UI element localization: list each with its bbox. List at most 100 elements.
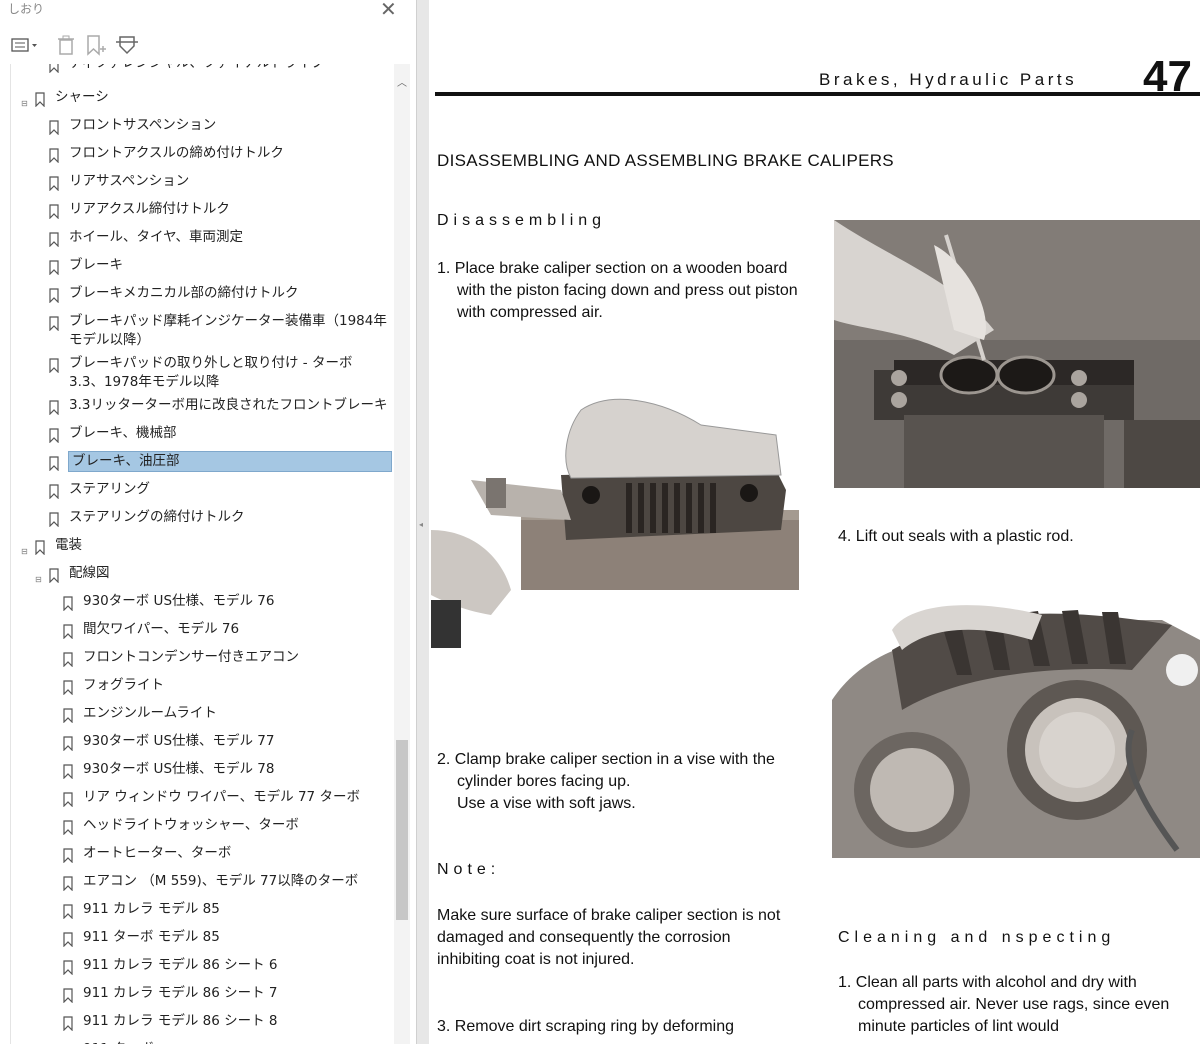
bookmark-icon (63, 988, 73, 1003)
bookmark-label: エンジンルームライト (83, 705, 217, 721)
bookmark-item[interactable]: フォグライト (11, 676, 395, 698)
collapse-toggle-icon[interactable]: ⊟ (21, 542, 28, 561)
bookmark-item[interactable]: ⊟ 電装 (11, 536, 395, 558)
bookmark-item[interactable]: 911 ターボ ... (11, 1040, 395, 1044)
bookmark-item[interactable]: フロントアクスルの締め付けトルク (11, 144, 395, 166)
bookmark-item[interactable]: ブレーキ、機械部 (11, 424, 395, 446)
bookmark-item[interactable]: リアサスペンション (11, 172, 395, 194)
bookmark-item[interactable]: 930ターボ US仕様、モデル 77 (11, 732, 395, 754)
bookmark-label: ディファレンシャル、ファイナルドライブ (69, 64, 391, 73)
photo-seal-removal (832, 580, 1200, 858)
bookmark-icon (49, 428, 59, 443)
step-4-text: 4. Lift out seals with a plastic rod. (838, 528, 1074, 545)
bookmark-item[interactable]: フロントコンデンサー付きエアコン (11, 648, 395, 670)
bookmark-item[interactable]: ブレーキメカニカル部の締付けトルク (11, 284, 395, 306)
bookmark-item[interactable]: ⊟ シャーシ (11, 88, 395, 110)
panel-title: しおり (8, 2, 45, 16)
bookmark-item[interactable]: 3.3リッターターボ用に改良されたフロントブレーキ (11, 396, 395, 418)
bookmark-label: 911 ターボ ... (83, 1040, 391, 1044)
bookmark-item[interactable]: フロントサスペンション (11, 116, 395, 138)
bookmarks-panel: しおり ✕ ディファレンシャル、ファイナルドライブ ⊟ シャーシフロントサスペンショ… (0, 0, 416, 1044)
vertical-scrollbar[interactable]: ︿ (394, 64, 410, 1044)
bookmark-label: リアサスペンション (69, 173, 190, 189)
bookmark-item[interactable]: リア ウィンドウ ワイパー、モデル 77 ターボ (11, 788, 395, 810)
close-icon[interactable]: ✕ (380, 0, 397, 21)
bookmark-label: ブレーキ (69, 257, 123, 273)
bookmark-icon (63, 652, 73, 667)
bookmark-icon (49, 456, 59, 471)
bookmark-label: リアアクスル締付けトルク (69, 201, 230, 217)
bookmark-item[interactable]: ディファレンシャル、ファイナルドライブ (11, 64, 395, 76)
collapse-toggle-icon[interactable]: ⊟ (35, 570, 42, 589)
options-menu-icon[interactable] (10, 34, 40, 56)
bookmark-icon (63, 708, 73, 723)
bookmark-item[interactable]: ⊟ 配線図 (11, 564, 395, 586)
bookmark-label: フロントアクスルの締め付けトルク (69, 145, 284, 161)
bookmark-label: フロントサスペンション (69, 117, 217, 133)
cleaning-step-1-text: 1. Clean all parts with alcohol and dry … (838, 974, 1170, 1035)
bookmark-item[interactable]: ヘッドライトウォッシャー、ターボ (11, 816, 395, 838)
delete-icon[interactable] (55, 34, 77, 56)
bookmark-item[interactable]: 911 カレラ モデル 86 シート 7 (11, 984, 395, 1006)
bookmark-icon (49, 400, 59, 415)
bookmark-icon (49, 232, 59, 247)
header-rule (435, 92, 1200, 96)
bookmark-item[interactable]: リアアクスル締付けトルク (11, 200, 395, 222)
bookmark-item[interactable]: 間欠ワイパー、モデル 76 (11, 620, 395, 642)
bookmark-item[interactable]: 911 ターボ モデル 85 (11, 928, 395, 950)
bookmark-icon (49, 568, 59, 583)
bookmark-item[interactable]: 930ターボ US仕様、モデル 78 (11, 760, 395, 782)
subheading-disassembling: Disassembling (437, 212, 607, 229)
panel-splitter[interactable]: ◂ (416, 0, 429, 1044)
bookmark-item[interactable]: 911 カレラ モデル 85 (11, 900, 395, 922)
bookmark-label: 911 カレラ モデル 86 シート 8 (83, 1013, 278, 1029)
bookmark-icon (49, 120, 59, 135)
bookmark-icon (63, 960, 73, 975)
scrollbar-thumb[interactable] (396, 740, 408, 920)
bookmark-tree: ディファレンシャル、ファイナルドライブ ⊟ シャーシフロントサスペンションフロントア… (10, 64, 395, 1044)
bookmark-label: ブレーキ、機械部 (69, 425, 177, 441)
bookmark-icon (35, 92, 45, 107)
bookmark-item[interactable]: 911 カレラ モデル 86 シート 8 (11, 1012, 395, 1034)
bookmark-item[interactable]: ステアリング (11, 480, 395, 502)
bookmark-item[interactable]: ステアリングの締付けトルク (11, 508, 395, 530)
tag-bookmark-icon[interactable] (114, 34, 140, 56)
bookmark-item[interactable]: オートヒーター、ターボ (11, 844, 395, 866)
bookmark-item[interactable]: ブレーキ (11, 256, 395, 278)
subheading-cleaning: Cleaning and nspecting (838, 929, 1116, 946)
bookmark-icon (49, 176, 59, 191)
bookmark-icon (35, 540, 45, 555)
bookmark-item[interactable]: ホイール、タイヤ、車両測定 (11, 228, 395, 250)
chevron-up-icon[interactable]: ︿ (397, 74, 407, 89)
bookmark-icon (49, 64, 59, 73)
bookmark-item[interactable]: 911 カレラ モデル 86 シート 6 (11, 956, 395, 978)
bookmark-label: 911 カレラ モデル 85 (83, 901, 220, 917)
bookmark-item[interactable]: ブレーキパッド摩耗インジケーター装備車（1984年モデル以降） (11, 312, 395, 352)
step-1-text: 1. Place brake caliper section on a wood… (437, 260, 798, 321)
bookmark-icon (63, 792, 73, 807)
bookmark-icon (63, 764, 73, 779)
bookmark-icon (49, 484, 59, 499)
step-2b-text: Use a vise with soft jaws. (457, 795, 636, 812)
bookmark-label: 911 カレラ モデル 86 シート 6 (83, 957, 278, 973)
bookmark-label: エアコン （M 559)、モデル 77以降のターボ (83, 873, 359, 889)
bookmark-item[interactable]: ブレーキパッドの取り外しと取り付け - ターボ 3.3、1978年モデル以降 (11, 354, 395, 394)
bookmark-icon (49, 204, 59, 219)
new-bookmark-icon[interactable] (84, 34, 108, 56)
bookmark-icon (63, 876, 73, 891)
bookmark-item[interactable]: 930ターボ US仕様、モデル 76 (11, 592, 395, 614)
photo-caliper-in-vise (834, 220, 1200, 488)
bookmark-icon (49, 260, 59, 275)
bookmark-item[interactable]: ブレーキ、油圧部 (11, 451, 395, 474)
bookmark-item[interactable]: エアコン （M 559)、モデル 77以降のターボ (11, 872, 395, 894)
bookmark-label: シャーシ (55, 89, 109, 105)
section-title: DISASSEMBLING AND ASSEMBLING BRAKE CALIP… (437, 151, 894, 170)
collapse-toggle-icon[interactable]: ⊟ (21, 94, 28, 113)
bookmark-label: 930ターボ US仕様、モデル 78 (83, 761, 275, 777)
bookmark-label: ヘッドライトウォッシャー、ターボ (83, 817, 299, 833)
bookmark-item[interactable]: エンジンルームライト (11, 704, 395, 726)
collapse-arrow-icon[interactable]: ◂ (419, 520, 423, 529)
bookmark-label: ブレーキパッドの取り外しと取り付け - ターボ 3.3、1978年モデル以降 (69, 355, 353, 390)
bookmark-label: 電装 (55, 537, 82, 553)
document-page: Brakes, Hydraulic Parts 47 DISASSEMBLING… (429, 0, 1200, 1044)
